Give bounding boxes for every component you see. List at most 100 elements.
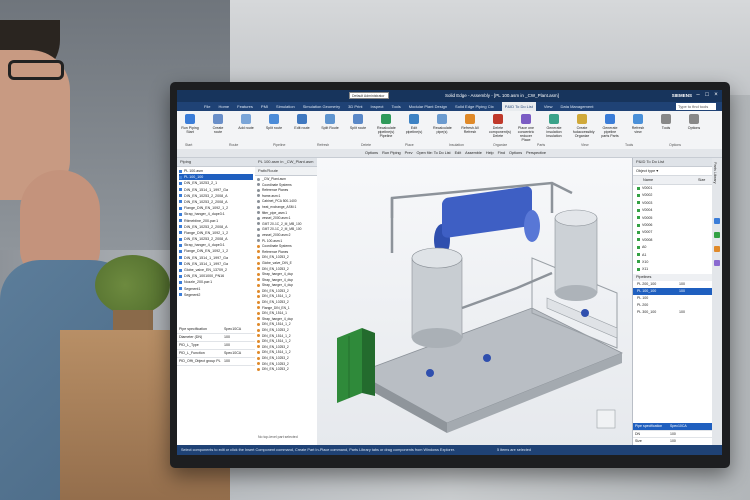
component-icon [257,328,260,332]
status-message: Select components to edit or click the I… [181,448,455,452]
tree-item[interactable]: Segment2 [179,292,253,298]
pipeline-row[interactable]: PL 200 [633,302,713,309]
ribbon-button[interactable]: Delete component(s) Delete [489,114,511,138]
todo-item[interactable]: V0005 [633,215,713,222]
property-value[interactable]: Spec10CA [224,350,241,357]
ribbon-button[interactable]: Edit pipeline(s) [405,114,423,134]
maximize-icon[interactable]: □ [703,91,711,100]
toolbar-button[interactable]: Options [509,149,522,157]
find-tools-input[interactable]: Type to find tools [676,103,716,110]
pathfinder-item[interactable]: DIN_EN_10253_2 [257,367,315,373]
menu-item[interactable]: 3D Print [348,102,362,111]
menu-item[interactable]: File [204,102,210,111]
menu-item[interactable]: Solid Edge Piping Ctx [455,102,494,111]
property-value[interactable]: Spec10CA [670,423,687,430]
window-title: Solid Edge - Assembly - [PL 100.asm in _… [445,93,559,98]
menu-item[interactable]: Inspect [371,102,384,111]
ribbon-button[interactable]: Edit route [293,114,311,130]
check-icon [637,216,640,220]
property-value[interactable]: 100 [224,334,230,341]
ribbon-button[interactable]: Run Piping Start [181,114,199,134]
parts-library-tab[interactable]: Parts Library [713,162,717,184]
menu-item[interactable]: Features [237,102,253,111]
component-icon [257,183,260,187]
pathfinder-item-label: DIN_EN_1514_1_2 [262,350,291,355]
ribbon-button-label: Generate insulation Insulation [546,126,562,138]
menu-item[interactable]: View [544,102,553,111]
ribbon-button[interactable]: Split route [349,114,367,130]
toolbar-button[interactable]: Edit [455,149,462,157]
todo-item[interactable]: V0001 [633,185,713,192]
menu-item[interactable]: Home [218,102,229,111]
ribbon-button-label: Create route [212,126,224,134]
menu-item[interactable]: Tools [391,102,400,111]
ribbon-button[interactable]: Recalculate pipeline(s) Pipeline [377,114,396,138]
pipeline-row[interactable]: PL 200_100 100 [633,281,713,288]
3d-viewport[interactable] [317,158,632,445]
ribbon-button[interactable]: Place one concentric reducer Place [517,114,535,142]
toolbar-button[interactable]: Run Piping [382,149,401,157]
sidebar-tool-icon[interactable] [714,246,720,252]
todo-item[interactable]: V0004 [633,207,713,214]
menu-item[interactable]: Simulation Geometry [303,102,340,111]
ribbon-button[interactable]: Create fudaccessibly Organize [573,114,595,138]
menu-item[interactable]: P&ID To Do List [501,102,536,111]
todo-item[interactable]: A1 [633,252,713,259]
toolbar-button[interactable]: Prev [405,149,413,157]
todo-item[interactable]: A0 [633,244,713,251]
menu-item[interactable]: Simulation [276,102,295,111]
toolbar-button[interactable]: Open file: To Do List [416,149,450,157]
todo-item[interactable]: V0003 [633,200,713,207]
toolbar-button[interactable]: Options [365,149,378,157]
property-value[interactable]: Spec10CA [224,326,241,333]
close-icon[interactable]: × [712,91,720,100]
menu-item[interactable]: Data Management [561,102,594,111]
property-value[interactable]: 100 [224,358,230,365]
menu-item[interactable]: Modular Plant Design [409,102,447,111]
toolbar-button[interactable]: Find [498,149,505,157]
pipeline-row[interactable]: PL 100_100 100 [633,287,713,295]
ribbon-button[interactable]: Split Route [321,114,339,130]
user-field[interactable]: Default Administrator [349,92,389,99]
minimize-icon[interactable]: – [694,91,702,100]
menu-item[interactable]: PMI [261,102,268,111]
ribbon-button[interactable]: Create route [209,114,227,134]
ribbon-button[interactable]: Recalculate pipe(s) [433,114,452,134]
ribbon-button[interactable]: Generate insulation Insulation [545,114,563,138]
ribbon-button[interactable]: Options [685,114,703,130]
ribbon-button[interactable]: Refresh All Refresh [461,114,479,134]
ribbon-button[interactable]: Split route [265,114,283,130]
sidebar-tool-icon[interactable] [714,232,720,238]
pathfinder-item-label: vessel_2000.asm:2 [262,232,291,237]
toolbar-button[interactable]: Assemble [465,149,482,157]
ribbon-button[interactable]: Generate pipeline parts Parts [601,114,619,138]
todo-item[interactable]: V0006 [633,222,713,229]
todo-item[interactable]: X10 [633,259,713,266]
property-value[interactable]: 100 [224,342,230,349]
pathfinder-item-label: filter_pipe_asm:1 [262,210,288,215]
component-icon [257,227,260,231]
vessel-right-bottom [555,285,597,301]
todo-item[interactable]: V0002 [633,192,713,199]
toolbar-button[interactable]: Perspective [526,149,546,157]
view-cube-icon[interactable] [596,409,616,429]
property-value[interactable]: 100 [670,438,676,445]
ribbon-button[interactable]: Refresh view [629,114,647,134]
toolbar-button[interactable]: Help [486,149,494,157]
ribbon-button[interactable]: Add route [237,114,255,130]
pipeline-row[interactable]: PL 300_100 100 [633,309,713,316]
ribbon-button[interactable]: Tools [657,114,675,130]
todo-item[interactable]: X11 [633,266,713,273]
pipeline-row[interactable]: PL 100 [633,295,713,302]
pathfinder-item-label: DIN_EN_10253_2 [262,344,289,349]
plant-model[interactable] [317,158,632,445]
sidebar-tool-icon[interactable] [714,218,720,224]
parts-library-sidebar[interactable]: Parts Library [712,158,722,445]
sidebar-tool-icon[interactable] [714,260,720,266]
property-name: DN [635,431,641,436]
todo-item[interactable]: V0007 [633,229,713,236]
todo-item[interactable]: V0008 [633,237,713,244]
ribbon-tool-icon [605,114,615,124]
object-type-filter[interactable]: Object type ▾ [633,167,713,176]
property-value[interactable]: 100 [670,431,676,438]
